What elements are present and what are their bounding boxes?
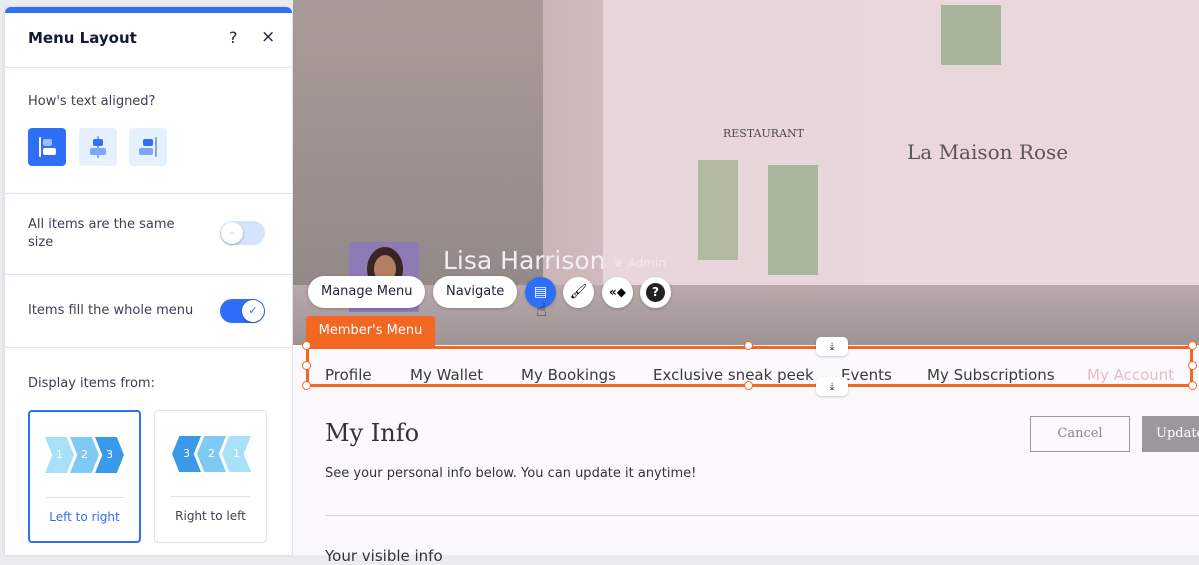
step-chevron: 1 — [222, 436, 251, 472]
manage-menu-button[interactable]: Manage Menu — [308, 276, 426, 308]
page-subtitle: See your personal info below. You can up… — [325, 466, 697, 481]
resize-handle[interactable] — [744, 341, 753, 350]
text-align-section: How's text aligned? — [5, 68, 292, 194]
panel-header: Menu Layout ? × — [5, 13, 292, 68]
fill-menu-toggle[interactable]: ✓ — [220, 299, 265, 323]
align-center-button[interactable] — [79, 128, 117, 166]
menu-item-my-wallet[interactable]: My Wallet — [410, 366, 483, 384]
crown-icon: ♛ — [613, 256, 628, 270]
display-from-section: Display items from: 1 2 3 Left to right … — [5, 348, 292, 558]
role-badge: ♛ Admin — [613, 256, 666, 270]
section-heading: Your visible info — [325, 547, 443, 565]
text-align-label: How's text aligned? — [28, 94, 156, 109]
display-from-label: Display items from: — [28, 376, 155, 391]
help-icon[interactable]: ? — [640, 277, 671, 308]
hand-cursor-icon: ☝ — [536, 300, 547, 321]
checkmark-icon: ✓ — [242, 300, 264, 322]
same-size-label: All items are the same size — [28, 217, 175, 250]
stretch-down-icon[interactable]: ⤓ — [816, 377, 848, 396]
same-size-toggle[interactable]: – — [220, 221, 265, 245]
step-chevron: 3 — [95, 437, 124, 473]
design-brush-icon[interactable]: 🖌 — [563, 277, 594, 308]
menu-item-my-subscriptions[interactable]: My Subscriptions — [927, 366, 1055, 384]
fill-menu-label: Items fill the whole menu — [28, 303, 194, 318]
hero-image: RESTAURANT La Maison Rose — [293, 0, 1199, 345]
menu-item-events[interactable]: Events — [841, 366, 892, 384]
align-right-button[interactable] — [129, 128, 167, 166]
resize-handle[interactable] — [302, 341, 311, 350]
resize-handle[interactable] — [1188, 381, 1197, 390]
menu-item-my-account[interactable]: My Account — [1087, 366, 1174, 384]
step-chevron: 1 — [45, 437, 74, 473]
panel-title: Menu Layout — [28, 29, 137, 47]
align-left-button[interactable] — [28, 128, 66, 166]
close-icon[interactable]: × — [261, 27, 275, 47]
member-menu-tag[interactable]: Member's Menu — [306, 316, 435, 346]
page-title: My Info — [325, 419, 420, 447]
step-chevron: 2 — [70, 437, 99, 473]
resize-handle[interactable] — [744, 381, 753, 390]
divider — [325, 515, 1199, 516]
resize-handle[interactable] — [1188, 361, 1197, 370]
fill-menu-section: Items fill the whole menu ✓ — [5, 275, 292, 348]
cancel-button[interactable]: Cancel — [1030, 416, 1130, 452]
menu-item-my-bookings[interactable]: My Bookings — [521, 366, 616, 384]
same-size-section: All items are the same size – — [5, 194, 292, 275]
left-to-right-option[interactable]: 1 2 3 Left to right — [28, 410, 141, 543]
stretch-down-icon[interactable]: ⤓ — [816, 337, 848, 356]
restaurant-sign: RESTAURANT — [723, 127, 804, 140]
step-chevron: 3 — [172, 436, 201, 472]
animation-icon[interactable]: «◆ — [602, 277, 633, 308]
menu-layout-panel: Menu Layout ? × How's text aligned? All … — [5, 7, 292, 555]
toggle-off-icon: – — [221, 222, 243, 244]
navigate-button[interactable]: Navigate — [433, 276, 518, 308]
update-button[interactable]: Update — [1142, 416, 1199, 452]
option-label: Left to right — [49, 510, 120, 524]
right-to-left-option[interactable]: 3 2 1 Right to left — [154, 410, 267, 543]
resize-handle[interactable] — [302, 361, 311, 370]
menu-item-profile[interactable]: Profile — [325, 366, 372, 384]
resize-handle[interactable] — [302, 381, 311, 390]
member-name: Lisa Harrison — [443, 246, 606, 275]
shop-sign: La Maison Rose — [907, 140, 1069, 164]
help-icon[interactable]: ? — [229, 28, 238, 47]
option-label: Right to left — [175, 509, 246, 523]
menu-item-exclusive-sneak-peek[interactable]: Exclusive sneak peek — [653, 366, 814, 384]
step-chevron: 2 — [197, 436, 226, 472]
resize-handle[interactable] — [1188, 341, 1197, 350]
